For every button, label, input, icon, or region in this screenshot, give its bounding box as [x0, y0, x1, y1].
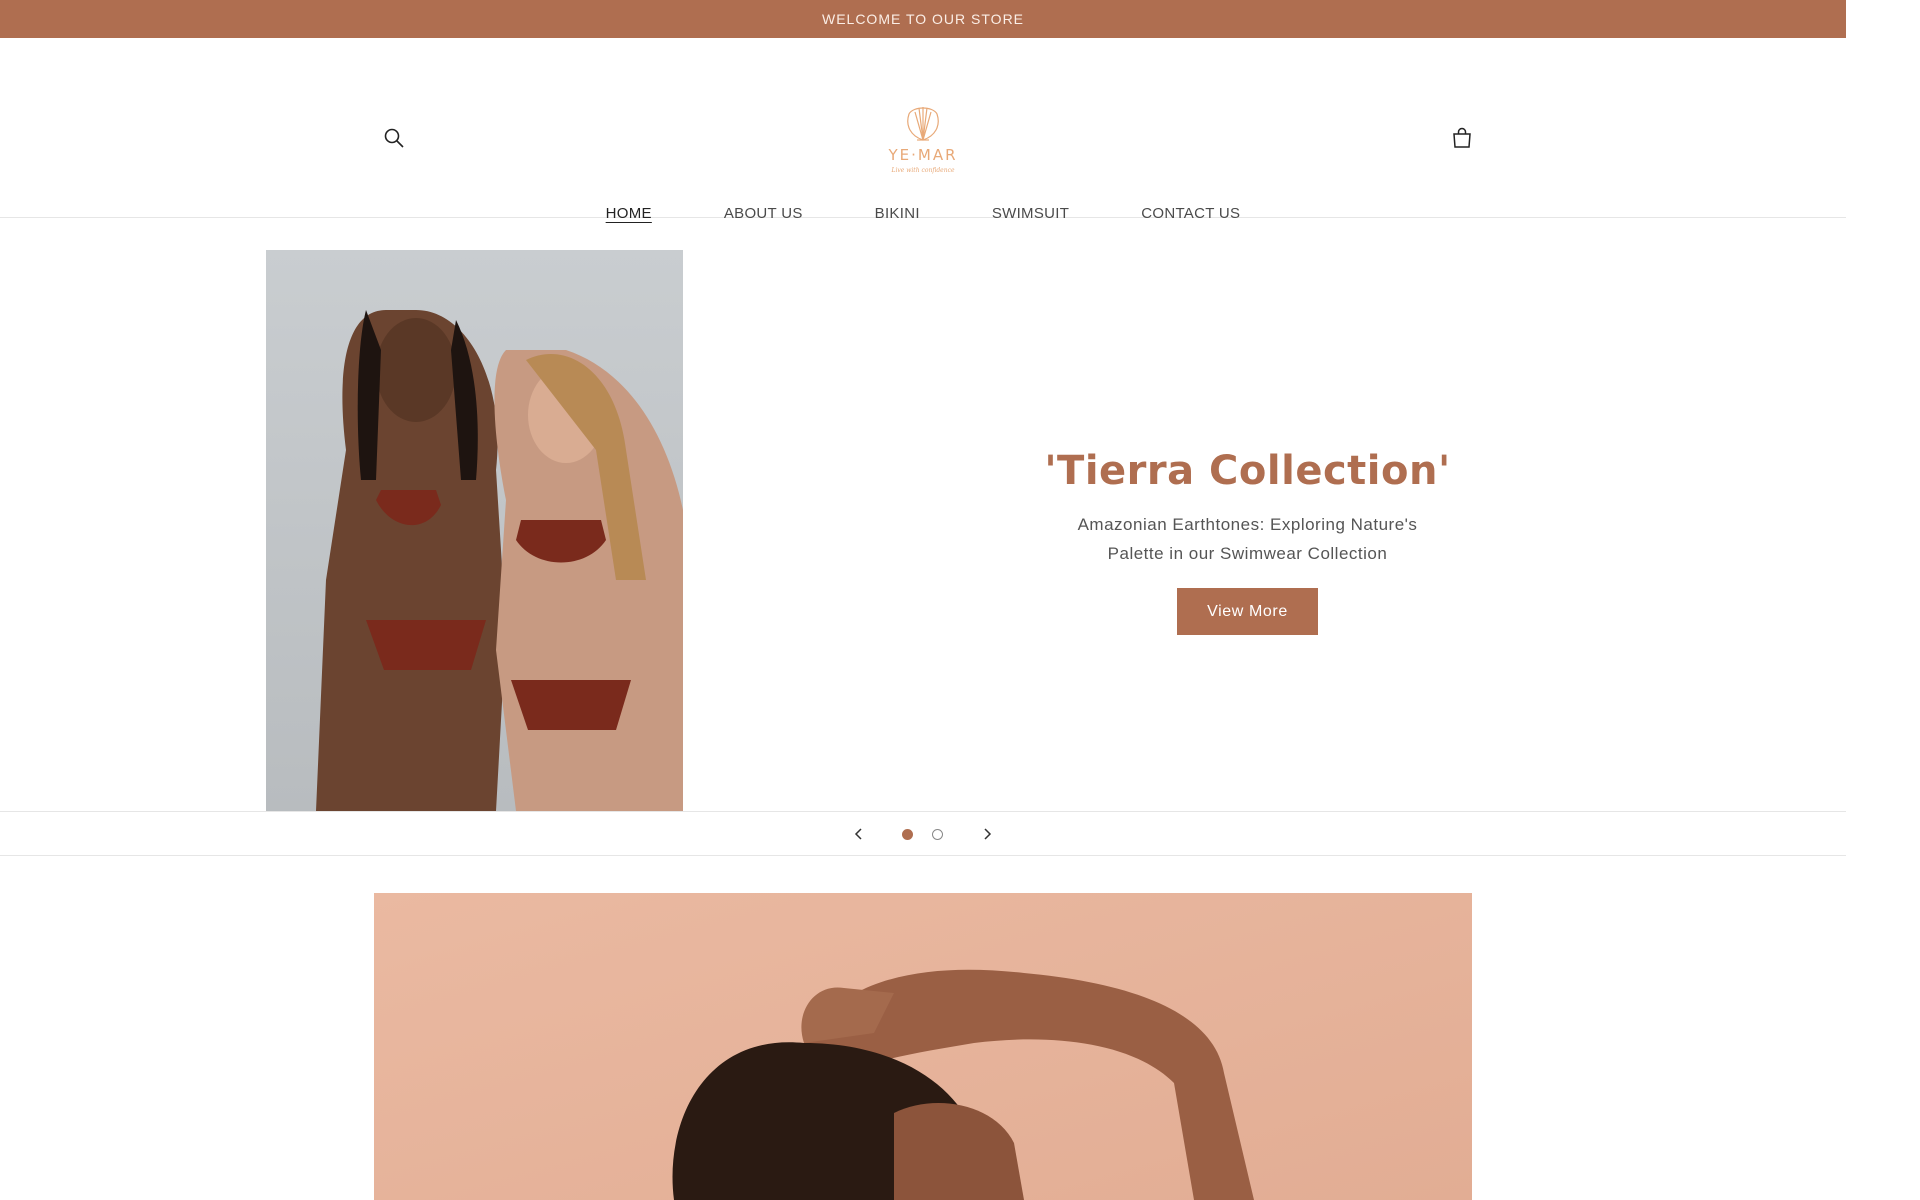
hero-description: Amazonian Earthtones: Exploring Nature's…: [1010, 510, 1485, 568]
feature-image: [374, 893, 1472, 1200]
shopping-bag-icon[interactable]: [1450, 126, 1474, 150]
hero-description-line-2: Palette in our Swimwear Collection: [1107, 544, 1388, 563]
store-logo[interactable]: YE·MAR Live with confidence: [873, 102, 973, 176]
page: WELCOME TO OUR STORE YE·MAR Live with co…: [0, 0, 1846, 1200]
site-header: YE·MAR Live with confidence HOME ABOUT U…: [0, 38, 1846, 222]
slide-dot-2[interactable]: [932, 829, 943, 840]
hero-title: 'Tierra Collection': [1044, 448, 1451, 494]
chevron-left-icon[interactable]: [850, 825, 868, 843]
announcement-text: WELCOME TO OUR STORE: [821, 11, 1025, 27]
logo-wordmark: YE·MAR: [887, 146, 957, 164]
logo-tagline: Live with confidence: [891, 167, 955, 174]
hero-image: [266, 250, 683, 811]
search-icon[interactable]: [382, 126, 406, 150]
slideshow-controls: [0, 811, 1846, 856]
view-more-button[interactable]: View More: [1177, 588, 1318, 635]
announcement-bar: WELCOME TO OUR STORE: [0, 0, 1846, 38]
hero-content: 'Tierra Collection' Amazonian Earthtones…: [1010, 448, 1485, 635]
hero-slideshow: 'Tierra Collection' Amazonian Earthtones…: [0, 218, 1846, 811]
hero-description-line-1: Amazonian Earthtones: Exploring Nature's: [1077, 515, 1418, 534]
chevron-right-icon[interactable]: [978, 825, 996, 843]
slide-dot-1[interactable]: [902, 829, 913, 840]
